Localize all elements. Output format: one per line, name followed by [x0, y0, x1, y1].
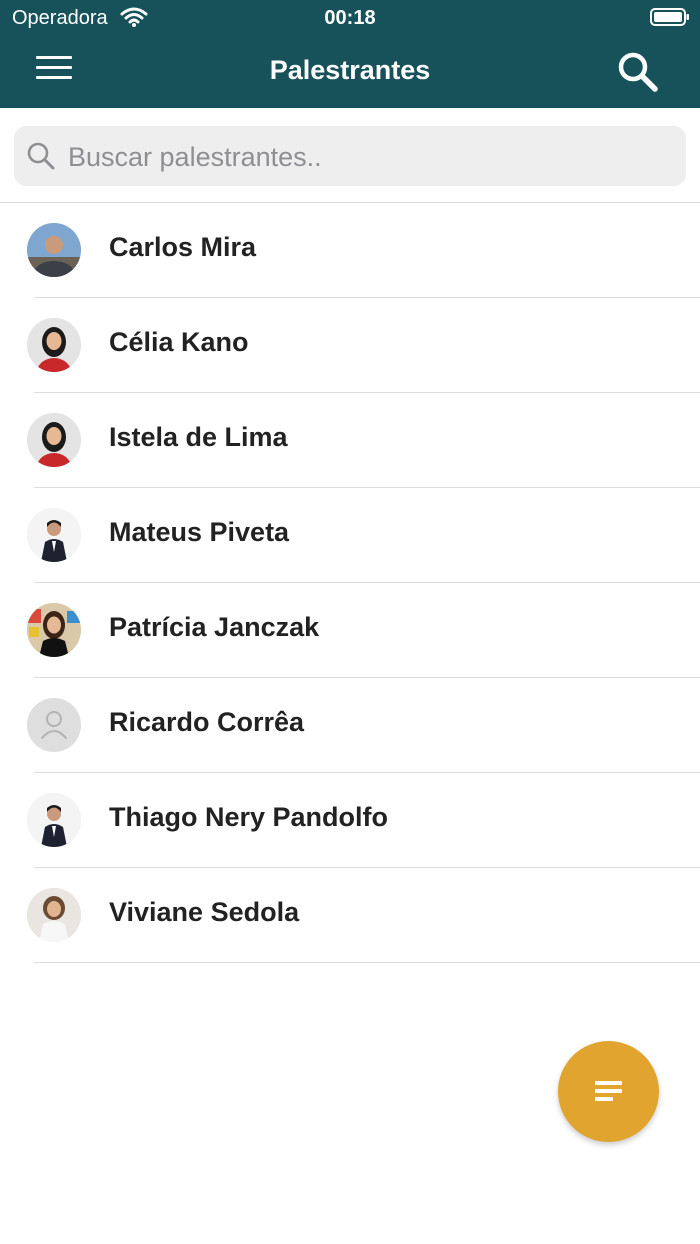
search-icon [27, 142, 55, 170]
speaker-row-thiago-nery-pandolfo[interactable]: Thiago Nery Pandolfo [0, 773, 700, 868]
speaker-name: Mateus Piveta [109, 517, 290, 547]
status-time: 00:18 [324, 7, 376, 29]
search-bar[interactable] [14, 126, 686, 188]
speaker-row-ricardo-correa[interactable]: Ricardo Corrêa [0, 678, 700, 773]
speaker-name: Patrícia Janczak [109, 612, 320, 642]
speaker-name: Ricardo Corrêa [109, 707, 305, 737]
speakers-list: Carlos Mira Célia Kano Istela de Lima Ma… [0, 203, 700, 963]
avatar [27, 603, 81, 657]
speaker-name: Célia Kano [109, 327, 249, 357]
divider [34, 962, 700, 963]
speaker-name: Thiago Nery Pandolfo [109, 802, 389, 832]
speaker-row-viviane-sedola[interactable]: Viviane Sedola [0, 868, 700, 963]
page-title: Palestrantes [269, 55, 431, 85]
speaker-row-carlos-mira[interactable]: Carlos Mira [0, 203, 700, 298]
avatar [27, 698, 81, 752]
filter-fab-button[interactable] [558, 1041, 659, 1142]
speaker-name: Carlos Mira [109, 232, 257, 262]
speaker-row-istela-de-lima[interactable]: Istela de Lima [0, 393, 700, 488]
avatar [27, 413, 81, 467]
search-input[interactable] [66, 126, 670, 188]
speaker-row-mateus-piveta[interactable]: Mateus Piveta [0, 488, 700, 583]
speaker-row-celia-kano[interactable]: Célia Kano [0, 298, 700, 393]
avatar [27, 793, 81, 847]
avatar [27, 888, 81, 942]
speaker-row-patricia-janczak[interactable]: Patrícia Janczak [0, 583, 700, 678]
speaker-name: Viviane Sedola [109, 897, 300, 927]
speaker-name: Istela de Lima [109, 422, 288, 452]
search-icon [618, 52, 658, 92]
battery-icon [650, 8, 689, 26]
avatar [27, 318, 81, 372]
app-header: Operadora 00:18 Palestrantes [0, 0, 700, 108]
avatar [27, 223, 81, 277]
status-bar: Operadora 00:18 [0, 0, 700, 36]
person-placeholder-icon [41, 711, 67, 739]
avatar [27, 508, 81, 562]
search-button[interactable] [616, 50, 660, 94]
filter-icon [595, 1081, 622, 1105]
